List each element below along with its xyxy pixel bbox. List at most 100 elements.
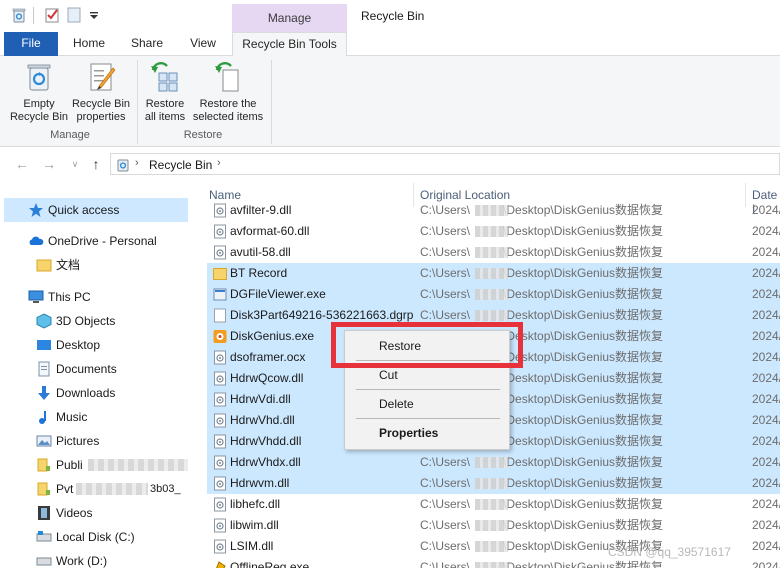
tab-recycle-bin-tools[interactable]: Recycle Bin Tools [232,32,347,57]
file-name: BT Record [230,266,288,280]
file-date: 2024/ [752,329,780,343]
forward-arrow-icon[interactable]: → [40,155,58,173]
nav-quick-access-label: Quick access [48,203,120,217]
download-arrow-icon [38,386,50,400]
recycle-bin-properties-button[interactable]: Recycle Bin properties [70,60,132,124]
file-row[interactable]: avformat-60.dll C:\Users\ \Desktop\DiskGen… [207,221,780,242]
file-location-suffix: \Desktop\DiskGenius数据恢复 [503,434,664,448]
recycle-bin-address-icon [117,159,129,172]
file-name: HdrwVhdx.dll [230,455,301,469]
file-date: 2024/ [752,308,780,322]
file-location-suffix: \Desktop\DiskGenius数据恢复 [503,266,664,280]
file-location-prefix: C:\Users\ [420,518,471,532]
file-date: 2024/ [752,539,780,553]
exe-file-icon [213,288,227,301]
restore-selected-label-2: selected items [192,111,264,123]
restore-all-label-1: Restore [145,98,185,110]
menu-item-properties[interactable]: Properties [345,421,509,445]
file-date: 2024/ [752,434,780,448]
file-row[interactable]: avutil-58.dll C:\Users\ \Desktop\DiskGeniu… [207,242,780,263]
address-bar[interactable]: › Recycle Bin › [110,153,780,175]
redacted-text [88,459,188,471]
tab-view[interactable]: View [178,32,228,56]
menu-item-delete[interactable]: Delete [345,392,509,416]
up-arrow-icon[interactable]: ↑ [87,155,105,173]
folder-icon [37,482,50,496]
file-row[interactable]: avfilter-9.dll C:\Users\ \Desktop\DiskGeni… [207,200,780,221]
file-date: 2024/ [752,413,780,427]
dll-file-icon [214,350,226,365]
file-location-suffix: \Desktop\DiskGenius数据恢复 [503,350,664,364]
customize-quick-access-dropdown-icon[interactable] [86,7,102,23]
tab-file[interactable]: File [4,32,58,56]
new-folder-icon[interactable] [66,7,82,23]
folder-file-icon [213,268,227,280]
file-location-prefix: C:\Users\ [420,245,471,259]
file-row[interactable]: BT Record C:\Users\ \Desktop\DiskGenius数据恢… [207,263,780,284]
exe2-file-icon [216,561,226,568]
file-name: HdrwVhd.dll [230,413,295,427]
recycle-bin-small-icon[interactable] [11,7,27,23]
file-location-suffix: \Desktop\DiskGenius数据恢复 [503,518,664,532]
file-name: Hdrwvm.dll [230,476,290,490]
file-row[interactable]: DGFileViewer.exe C:\Users\ \Desktop\DiskGe… [207,284,780,305]
file-location: C:\Users\ \Desktop\DiskGenius数据恢复 [420,263,663,284]
computer-icon [28,290,44,303]
tab-home[interactable]: Home [62,32,116,56]
file-location-prefix: C:\Users\ [420,560,471,568]
restore-highlight-box [331,322,523,368]
restore-all-icon [151,62,178,92]
dll-file-icon [214,203,226,218]
address-chevron-icon[interactable]: › [217,157,221,169]
restore-all-items-button[interactable]: Restore all items [140,60,190,124]
file-location-suffix: \Desktop\DiskGenius数据恢复 [503,392,664,406]
file-location: C:\Users\ \Desktop\DiskGenius数据恢复 [420,284,663,305]
empty-recycle-bin-button[interactable]: Empty Recycle Bin [8,60,70,124]
dll-file-icon [214,224,226,239]
properties-label-1: Recycle Bin [71,98,131,110]
file-row[interactable]: libhefc.dll C:\Users\ \Desktop\DiskGenius数… [207,494,780,515]
file-location-suffix: \Desktop\DiskGenius数据恢复 [503,245,664,259]
properties-check-icon[interactable] [44,7,60,23]
group-label-restore: Restore [183,129,223,141]
nav-work-label: Work (D:) [56,554,108,568]
drive-icon [36,557,52,566]
dg-file-icon [213,330,227,343]
tab-share[interactable]: Share [120,32,174,56]
file-row[interactable]: Hdrwvm.dll C:\Users\ \Desktop\DiskGenius数据… [207,473,780,494]
restore-selected-icon [215,62,239,92]
file-location-suffix: \Desktop\DiskGenius数据恢复 [503,476,664,490]
file-date: 2024/ [752,203,780,217]
file-name: HdrwQcow.dll [230,371,304,385]
file-date: 2024/ [752,224,780,238]
ribbon: Empty Recycle Bin Recycle Bin properties… [0,56,780,147]
folder-icon [37,458,50,472]
file-location-prefix: C:\Users\ [420,287,471,301]
redacted-username [475,310,508,321]
file-row[interactable]: HdrwVhdx.dll C:\Users\ \Desktop\DiskGenius… [207,452,780,473]
back-arrow-icon[interactable]: ← [13,155,31,173]
restore-selected-items-button[interactable]: Restore the selected items [190,60,266,124]
file-date: 2024/ [752,371,780,385]
empty-recycle-bin-label-1: Empty [23,98,55,110]
file-location-suffix: \Desktop\DiskGenius数据恢复 [503,371,664,385]
navigation-bar: ← → ∨ ↑ › Recycle Bin › [0,150,780,178]
nav-pvt-label: Pvt [56,482,74,496]
file-row[interactable]: libwim.dll C:\Users\ \Desktop\DiskGenius数据… [207,515,780,536]
file-location: C:\Users\ \Desktop\DiskGenius数据恢复 [420,452,663,473]
nav-documents-label: Documents [56,362,117,376]
nav-quick-access[interactable]: Quick access [4,198,188,222]
file-location-prefix: C:\Users\ [420,497,471,511]
redacted-username [475,520,508,531]
manage-context-tab[interactable]: Manage [232,4,347,32]
file-location-prefix: C:\Users\ [420,203,471,217]
file-location-suffix: \Desktop\DiskGenius数据恢复 [503,560,664,568]
nav-this-pc-label: This PC [48,290,91,304]
title-bar: Manage Recycle Bin [0,0,780,32]
dll-file-icon [214,371,226,386]
file-location-suffix: \Desktop\DiskGenius数据恢复 [503,224,664,238]
file-location-prefix: C:\Users\ [420,224,471,238]
address-separator-chevron-icon[interactable]: › [135,157,139,169]
recent-locations-chevron-icon[interactable]: ∨ [66,155,84,173]
file-location: C:\Users\ \Desktop\DiskGenius数据恢复 [420,242,663,263]
